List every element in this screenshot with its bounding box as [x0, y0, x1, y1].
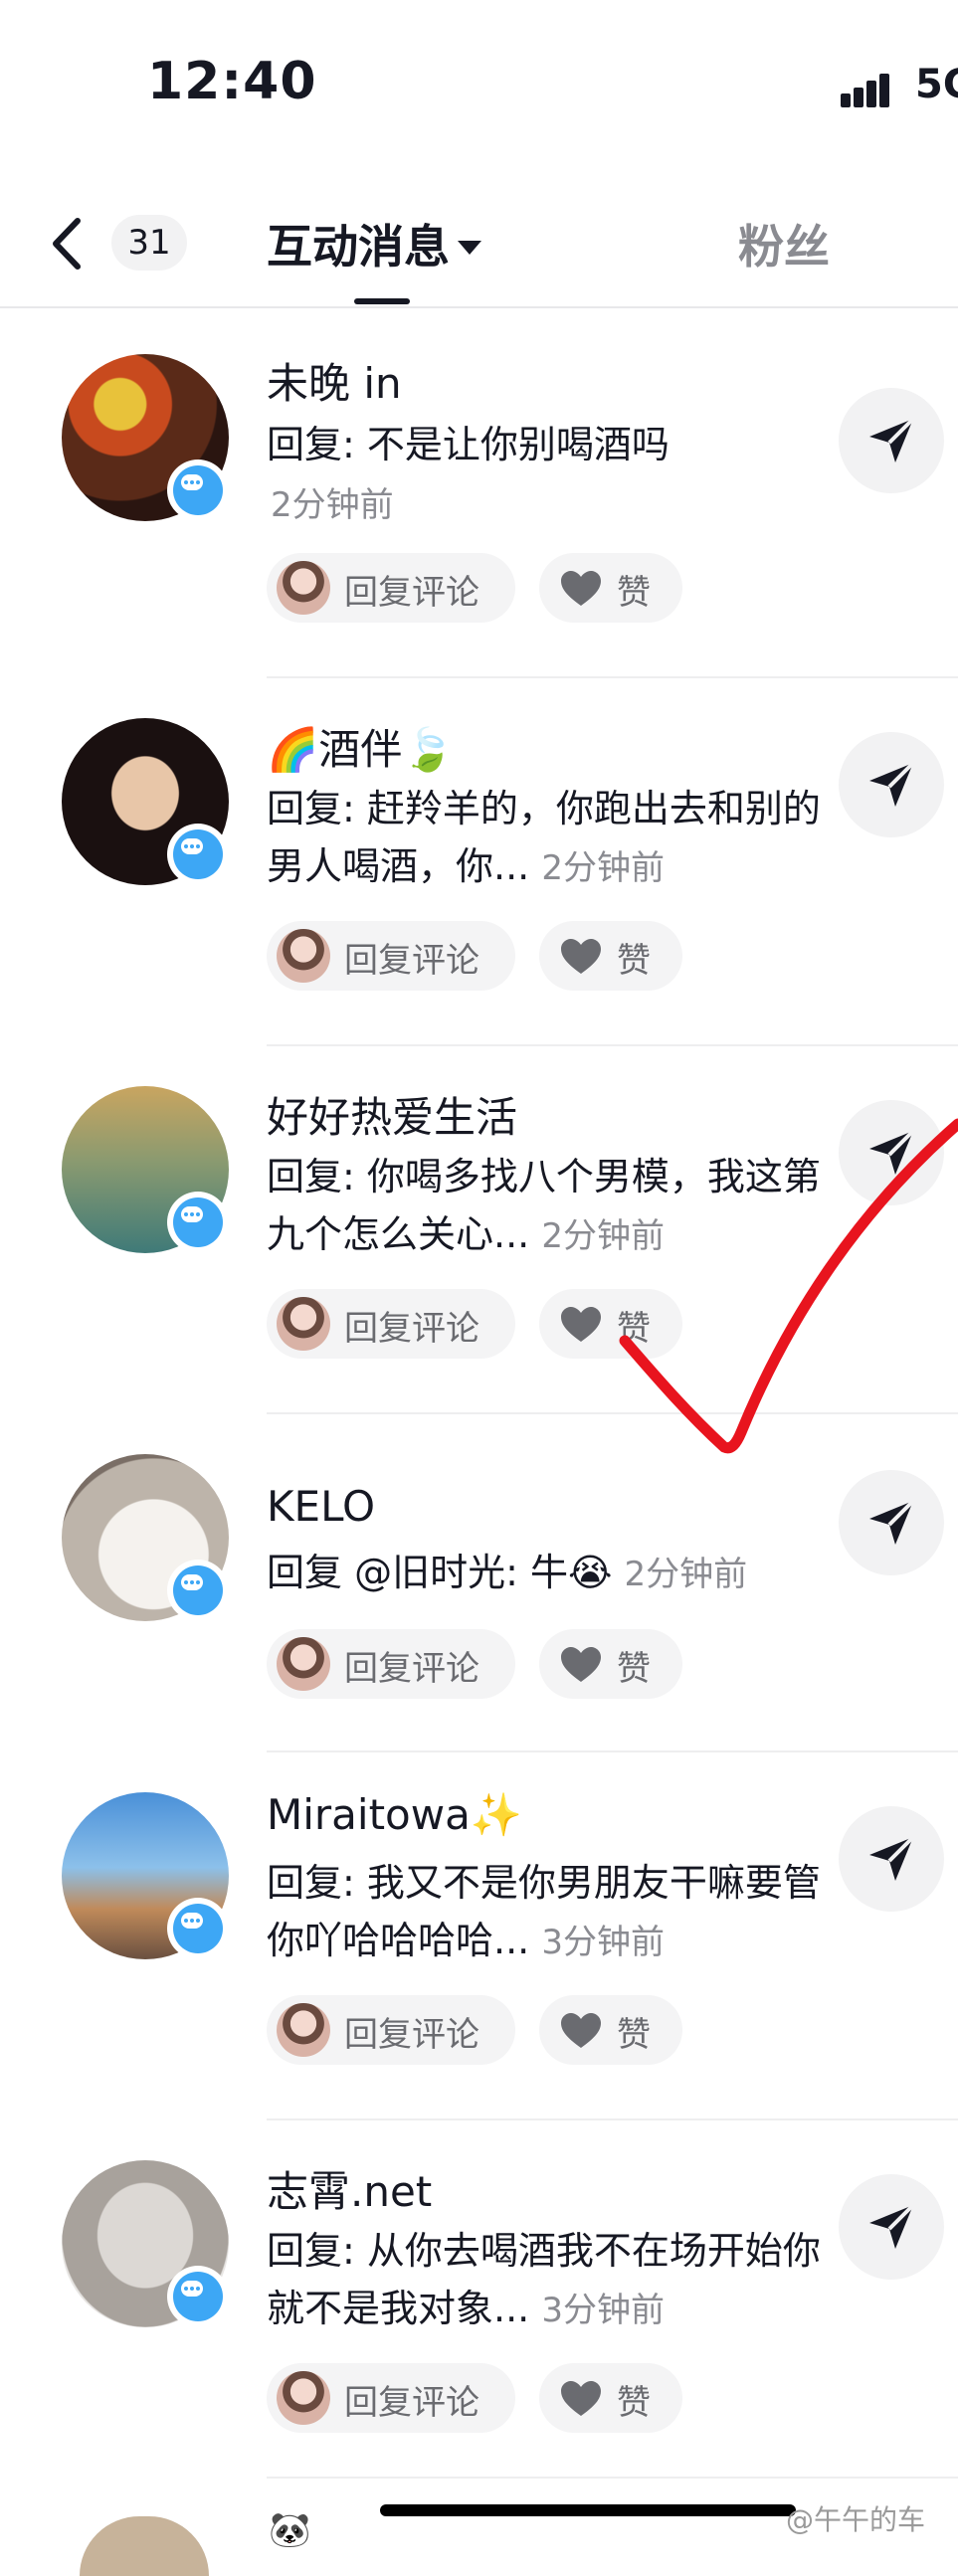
comment-badge-icon — [167, 1560, 229, 1621]
reply-label: 回复评论 — [344, 941, 479, 981]
send-icon[interactable] — [839, 1806, 944, 1912]
divider — [267, 1412, 958, 1414]
like-label: 赞 — [617, 573, 651, 613]
list-item[interactable]: 志霄.net 回复: 从你去喝酒我不在场开始你就不是我对象... 3分钟前 回复… — [0, 2118, 958, 2486]
heart-icon — [561, 2381, 601, 2416]
reply-label: 回复评论 — [344, 2015, 479, 2055]
my-avatar — [277, 2371, 330, 2425]
like-button[interactable]: 赞 — [539, 2363, 682, 2433]
item-time: 2分钟前 — [271, 485, 394, 525]
divider — [267, 676, 958, 678]
comment-badge-icon — [167, 824, 229, 885]
send-icon[interactable] — [839, 388, 944, 493]
reply-label: 回复评论 — [344, 573, 479, 613]
heart-icon — [561, 1307, 601, 1342]
item-time: 3分钟前 — [541, 1923, 665, 1962]
like-label: 赞 — [617, 2015, 651, 2055]
reply-comment-button[interactable]: 回复评论 — [267, 921, 515, 991]
list-item[interactable]: KELO 回复 @旧时光: 牛😭 2分钟前 回复评论 赞 — [0, 1412, 958, 1780]
like-button[interactable]: 赞 — [539, 921, 682, 991]
item-name[interactable]: 未晚 in — [267, 350, 402, 411]
reply-comment-button[interactable]: 回复评论 — [267, 2363, 515, 2433]
tab-fans[interactable]: 粉丝 — [738, 211, 830, 276]
send-icon[interactable] — [839, 732, 944, 837]
item-message: 回复: 你喝多找八个男模，我这第九个怎么关心... 2分钟前 — [267, 1148, 824, 1265]
like-label: 赞 — [617, 1649, 651, 1689]
reply-comment-button[interactable]: 回复评论 — [267, 1629, 515, 1699]
item-name[interactable]: 好好热爱生活 — [267, 1084, 517, 1145]
status-time: 12:40 — [147, 52, 317, 111]
comment-badge-icon — [167, 460, 229, 521]
send-icon[interactable] — [839, 1470, 944, 1575]
like-label: 赞 — [617, 2383, 651, 2423]
tab-interactions[interactable]: 互动消息 — [267, 211, 481, 276]
item-time: 2分钟前 — [541, 1216, 665, 1256]
reply-comment-button[interactable]: 回复评论 — [267, 1995, 515, 2065]
tab-underline — [354, 298, 410, 304]
reply-label: 回复评论 — [344, 2383, 479, 2423]
divider — [267, 2477, 958, 2479]
list-item[interactable]: 🌈酒伴🍃 回复: 赶羚羊的，你跑出去和别的男人喝酒，你... 2分钟前 回复评论… — [0, 676, 958, 1044]
send-icon[interactable] — [839, 1100, 944, 1205]
list-item[interactable]: 好好热爱生活 回复: 你喝多找八个男模，我这第九个怎么关心... 2分钟前 回复… — [0, 1044, 958, 1412]
unread-count-badge: 31 — [111, 215, 187, 271]
item-message: 回复: 赶羚羊的，你跑出去和别的男人喝酒，你... 2分钟前 — [267, 780, 824, 897]
reply-comment-button[interactable]: 回复评论 — [267, 1289, 515, 1359]
my-avatar — [277, 2003, 330, 2057]
like-button[interactable]: 赞 — [539, 1629, 682, 1699]
item-name[interactable]: KELO — [267, 1482, 375, 1531]
divider — [267, 1044, 958, 1046]
divider — [267, 2118, 958, 2120]
item-message: 回复: 我又不是你男朋友干嘛要管你吖哈哈哈哈... 3分钟前 — [267, 1854, 824, 1971]
my-avatar — [277, 1297, 330, 1351]
chevron-left-icon[interactable] — [40, 209, 99, 278]
reply-label: 回复评论 — [344, 1649, 479, 1689]
comment-badge-icon — [167, 2266, 229, 2327]
top-nav: 31 互动消息 粉丝 — [0, 189, 958, 308]
my-avatar — [277, 561, 330, 615]
heart-icon — [561, 571, 601, 606]
item-time: 2分钟前 — [624, 1555, 748, 1594]
like-label: 赞 — [617, 1309, 651, 1349]
network-label: 5G — [915, 62, 958, 107]
item-message-text: 回复 @旧时光: 牛😭 — [267, 1551, 613, 1594]
caret-down-icon — [458, 240, 481, 255]
my-avatar — [277, 929, 330, 983]
home-indicator[interactable] — [380, 2504, 796, 2516]
my-avatar — [277, 1637, 330, 1691]
comment-badge-icon — [167, 1898, 229, 1959]
item-time: 2分钟前 — [541, 848, 665, 888]
watermark: @午午的车 — [786, 2503, 926, 2536]
like-button[interactable]: 赞 — [539, 1289, 682, 1359]
list-item[interactable]: Miraitowa✨ 回复: 我又不是你男朋友干嘛要管你吖哈哈哈哈... 3分钟… — [0, 1750, 958, 2118]
item-name[interactable]: 志霄.net — [267, 2158, 432, 2219]
item-name[interactable]: 🌈酒伴🍃 — [267, 716, 455, 777]
send-icon[interactable] — [839, 2174, 944, 2280]
panda-emoji: 🐼 — [269, 2510, 311, 2550]
heart-icon — [561, 1647, 601, 1682]
item-time: 3分钟前 — [541, 2291, 665, 2330]
item-name[interactable]: Miraitowa✨ — [267, 1790, 522, 1840]
signal-icon — [841, 70, 902, 107]
divider — [267, 1750, 958, 1752]
item-message: 回复 @旧时光: 牛😭 2分钟前 — [267, 1544, 863, 1603]
reply-comment-button[interactable]: 回复评论 — [267, 553, 515, 623]
like-button[interactable]: 赞 — [539, 1995, 682, 2065]
avatar[interactable] — [80, 2516, 209, 2576]
item-message: 回复: 不是让你别喝酒吗 — [267, 423, 670, 466]
list-item[interactable]: 未晚 in 回复: 不是让你别喝酒吗 2分钟前 回复评论 赞 — [0, 308, 958, 676]
reply-label: 回复评论 — [344, 1309, 479, 1349]
comment-badge-icon — [167, 1192, 229, 1253]
heart-icon — [561, 2013, 601, 2048]
like-button[interactable]: 赞 — [539, 553, 682, 623]
like-label: 赞 — [617, 941, 651, 981]
status-bar: 12:40 5G — [0, 0, 958, 169]
tab-interactions-label: 互动消息 — [267, 220, 450, 274]
item-message: 回复: 从你去喝酒我不在场开始你就不是我对象... 3分钟前 — [267, 2222, 824, 2339]
heart-icon — [561, 939, 601, 974]
